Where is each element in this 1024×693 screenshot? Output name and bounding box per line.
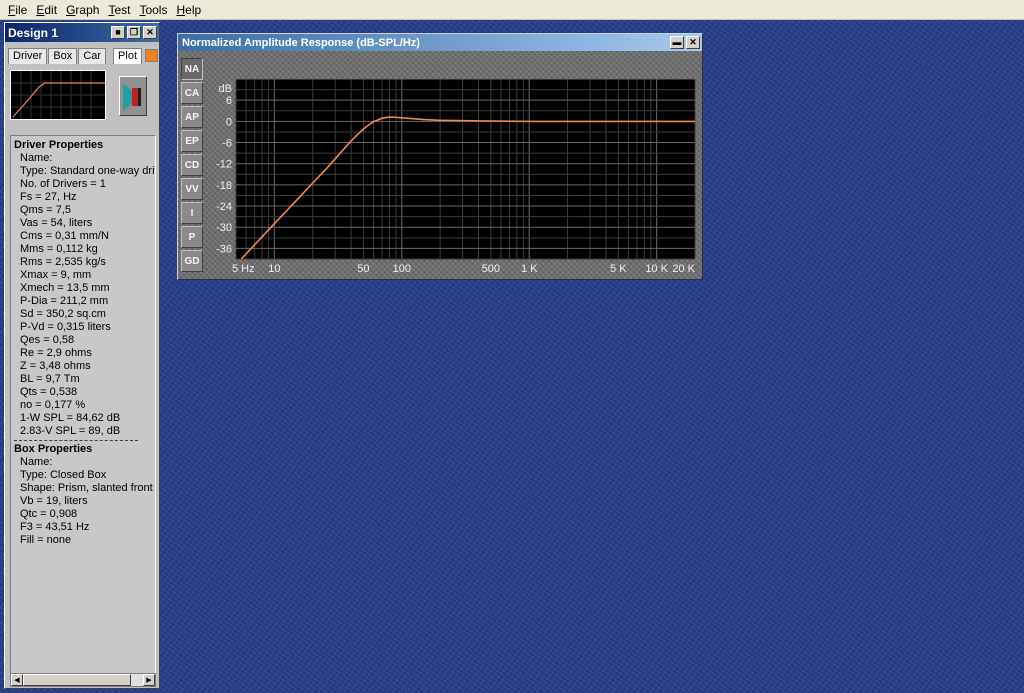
thumbnail-curve-icon	[11, 71, 105, 119]
driver-property: Qms = 7,5	[20, 204, 72, 216]
tab-driver[interactable]: Driver	[8, 48, 48, 64]
horizontal-scrollbar[interactable]: ◀ ▶	[10, 673, 156, 687]
y-tick-label: -30	[216, 222, 232, 234]
graph-title: Normalized Amplitude Response (dB-SPL/Hz…	[182, 36, 420, 49]
close-icon[interactable]: ✕	[143, 26, 157, 39]
driver-property: Xmech = 13,5 mm	[20, 282, 110, 294]
menu-item-help[interactable]: Help	[172, 3, 205, 17]
driver-property: Sd = 350,2 sq.cm	[20, 308, 106, 320]
graph-title-bar[interactable]: Normalized Amplitude Response (dB-SPL/Hz…	[178, 34, 702, 51]
scroll-thumb[interactable]	[23, 674, 131, 686]
minimize-icon[interactable]: ▬	[670, 36, 684, 49]
design-title: Design 1	[8, 25, 59, 40]
driver-property: Re = 2,9 ohms	[20, 347, 92, 359]
copy-icon[interactable]: ❐	[127, 26, 141, 39]
driver-property: Rms = 2,535 kg/s	[20, 256, 106, 268]
box-property: Name:	[20, 456, 53, 468]
design-tabs: Driver Box Car Plot	[5, 42, 159, 64]
y-tick-label: -36	[216, 243, 232, 255]
menu-label-rest: dit	[44, 2, 58, 17]
graph-window: Normalized Amplitude Response (dB-SPL/Hz…	[177, 33, 703, 280]
save-icon[interactable]: ■	[111, 26, 125, 39]
box-property: Vb = 19, liters	[20, 495, 88, 507]
box-properties-heading: Box Properties	[14, 443, 93, 455]
driver-property: Mms = 0,112 kg	[20, 243, 98, 255]
driver-property: 2.83-V SPL = 89, dB	[20, 425, 121, 437]
x-tick-label: 500	[482, 263, 500, 275]
tab-car[interactable]: Car	[78, 48, 107, 64]
menu-label-rest: ools	[145, 2, 168, 17]
menu-bar: File Edit Graph Test Tools Help	[0, 0, 1024, 20]
scroll-left-icon[interactable]: ◀	[11, 674, 23, 686]
properties-list: Driver Properties Name: Type: Standard on…	[10, 135, 156, 675]
x-tick-label: 10 K	[645, 263, 668, 275]
box-property: Fill = none	[20, 534, 72, 546]
driver-property: No. of Drivers = 1	[20, 178, 106, 190]
plot-area	[235, 78, 696, 260]
driver-property: Z = 3,48 ohms	[20, 360, 91, 372]
menu-label-rest: elp	[185, 2, 202, 17]
y-axis-label: dB	[219, 83, 232, 95]
driver-property: Cms = 0,31 mm/N	[20, 230, 109, 242]
driver-property: Vas = 54, liters	[20, 217, 93, 229]
menu-accelerator: G	[66, 2, 76, 17]
driver-property: BL = 9,7 Tm	[20, 373, 80, 385]
x-tick-label: 10	[268, 263, 280, 275]
menu-accelerator: H	[176, 2, 186, 17]
plot-color-swatch[interactable]	[145, 49, 159, 62]
graph-body: NA CA AP EP CD VV I P GD 6 0 -6 -12 -18 -24 -30 -36 dB 5 …	[178, 51, 702, 279]
menu-item-tools[interactable]: Tools	[135, 3, 171, 17]
menu-item-test[interactable]: Test	[104, 3, 134, 17]
design-panel: Design 1 ■ ❐ ✕ Driver Box Car Plot Drive…	[4, 22, 160, 689]
plot-button[interactable]: Plot	[113, 48, 143, 64]
scroll-right-icon[interactable]: ▶	[143, 674, 155, 686]
driver-property: no = 0,177 %	[20, 399, 86, 411]
chart: 6 0 -6 -12 -18 -24 -30 -36 dB 5 Hz 10 50 100 500 1 K 5 …	[216, 78, 696, 275]
close-icon[interactable]: ✕	[686, 36, 700, 49]
y-tick-label: 6	[226, 95, 232, 107]
menu-item-graph[interactable]: Graph	[62, 3, 103, 17]
box-property: Shape: Prism, slanted front	[20, 482, 153, 494]
menu-item-edit[interactable]: Edit	[32, 3, 61, 17]
x-tick-label: 100	[393, 263, 411, 275]
speaker-box-icon[interactable]	[119, 76, 147, 116]
response-thumbnail[interactable]	[10, 70, 106, 120]
driver-property: Type: Standard one-way driv	[20, 165, 156, 177]
y-tick-label: -12	[216, 159, 232, 171]
x-tick-label: 1 K	[521, 263, 538, 275]
x-tick-label: 50	[357, 263, 369, 275]
driver-property: Xmax = 9, mm	[20, 269, 92, 281]
tab-box[interactable]: Box	[48, 48, 78, 64]
x-tick-label: 5 K	[610, 263, 627, 275]
box-property: Type: Closed Box	[20, 469, 107, 481]
driver-property: Qts = 0,538	[20, 386, 78, 398]
x-tick-label: 20 K	[672, 263, 695, 275]
driver-property: P-Dia = 211,2 mm	[20, 295, 109, 307]
y-tick-label: -18	[216, 180, 232, 192]
driver-property: Name:	[20, 152, 53, 164]
driver-property: P-Vd = 0,315 liters	[20, 321, 111, 333]
box-property: F3 = 43,51 Hz	[20, 521, 90, 533]
menu-label-rest: raph	[75, 2, 100, 17]
section-divider	[14, 440, 138, 441]
driver-property: 1-W SPL = 84,62 dB	[20, 412, 121, 424]
design-title-bar: Design 1 ■ ❐ ✕	[5, 23, 159, 42]
y-tick-label: 0	[226, 116, 232, 128]
driver-property: Qes = 0,58	[20, 334, 75, 346]
driver-properties-heading: Driver Properties	[14, 139, 104, 151]
menu-label-rest: est	[114, 2, 131, 17]
driver-property: Fs = 27, Hz	[20, 191, 77, 203]
thumbnails	[5, 64, 159, 126]
menu-label-rest: ile	[15, 2, 28, 17]
y-tick-label: -6	[222, 138, 232, 150]
menu-item-file[interactable]: File	[4, 3, 31, 17]
x-tick-label: 5 Hz	[232, 263, 255, 275]
box-property: Qtc = 0,908	[20, 508, 78, 520]
y-tick-label: -24	[216, 201, 232, 213]
